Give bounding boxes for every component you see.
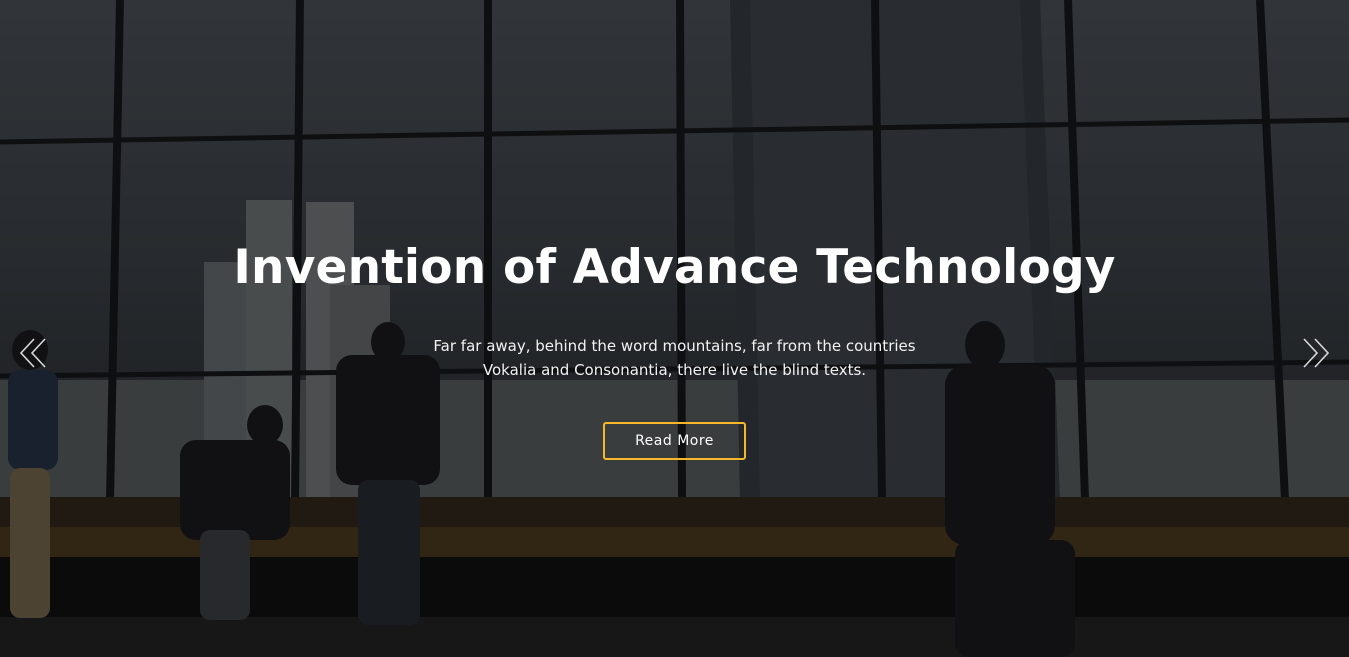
slider-prev-button[interactable] <box>16 333 52 373</box>
double-chevron-left-icon <box>19 338 46 368</box>
read-more-button[interactable]: Read More <box>603 422 746 460</box>
double-chevron-right-icon <box>1303 338 1330 368</box>
slider-next-button[interactable] <box>1297 333 1333 373</box>
hero-slider: Invention of Advance Technology Far far … <box>0 0 1349 657</box>
hero-subtitle: Far far away, behind the word mountains,… <box>433 337 916 379</box>
hero-title: Invention of Advance Technology <box>233 240 1116 295</box>
hero-content: Invention of Advance Technology Far far … <box>0 0 1349 657</box>
